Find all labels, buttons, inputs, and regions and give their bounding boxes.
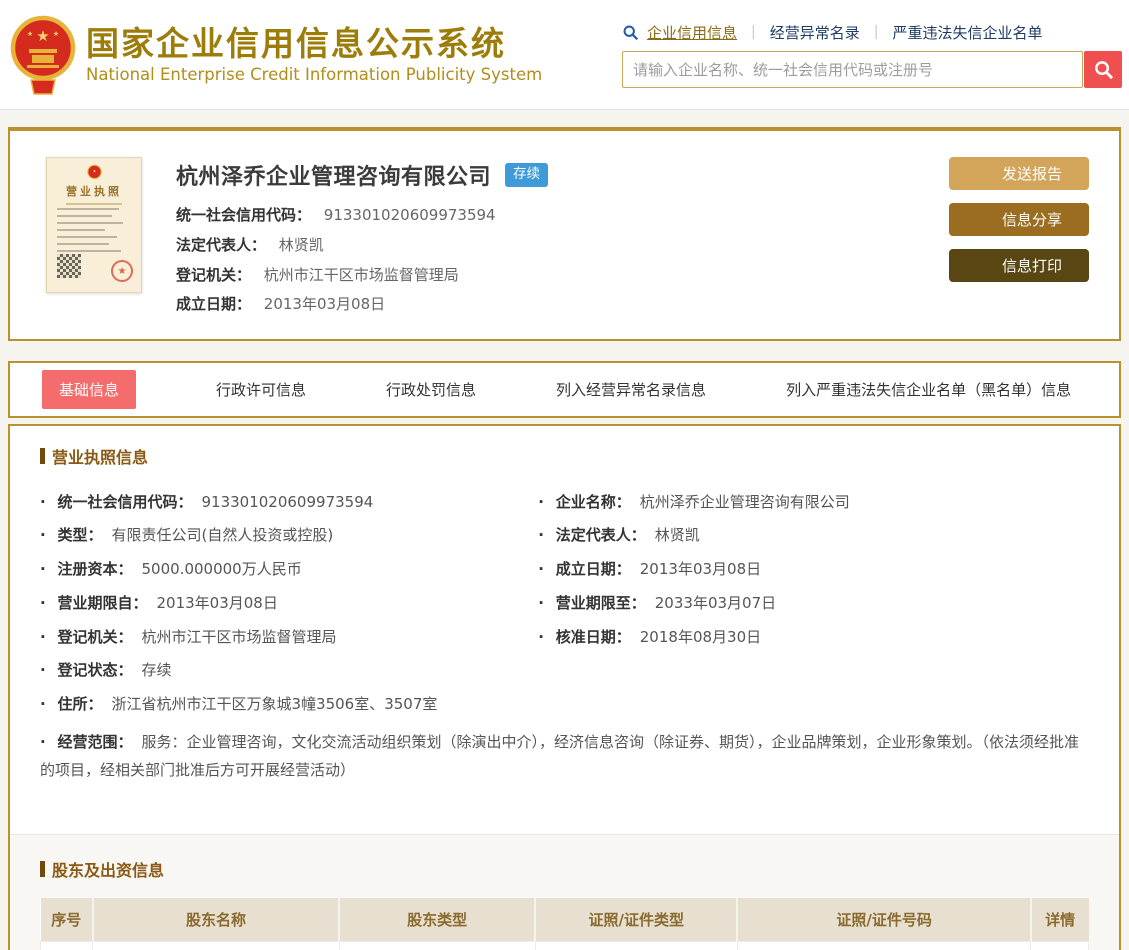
- license-thumb-title: 营业执照: [66, 185, 122, 198]
- company-field-credit-code: 统一社会信用代码： 913301020609973594: [176, 206, 496, 224]
- company-info: 杭州泽乔企业管理咨询有限公司 存续 统一社会信用代码： 913301020609…: [176, 157, 549, 315]
- col-header-document-number: 证照/证件号码: [736, 897, 1031, 942]
- tab-abnormal-operations[interactable]: 列入经营异常名录信息: [556, 370, 706, 409]
- license-emblem-icon: ★: [86, 164, 102, 180]
- field-legal-rep: 法定代表人：林贤凯: [538, 525, 1089, 545]
- search-bar: [622, 51, 1122, 88]
- company-field-legal-rep: 法定代表人： 林贤凯: [176, 235, 324, 254]
- license-thumb-rule: [66, 203, 122, 205]
- header-nav: 企业信用信息 | 经营异常名录 | 严重违法失信企业名单: [622, 21, 1122, 43]
- site-title-en: National Enterprise Credit Information P…: [86, 64, 543, 84]
- site-header: ★ ★ ★ 国家企业信用信息公示系统 National Enterprise C…: [0, 0, 1129, 110]
- status-badge: 存续: [505, 163, 549, 187]
- col-header-document-type: 证照/证件类型: [534, 897, 738, 942]
- col-header-index: 序号: [40, 897, 93, 942]
- send-report-button[interactable]: 发送报告: [949, 157, 1089, 190]
- section-title-bar: [40, 860, 45, 877]
- action-buttons: 发送报告 信息分享 信息打印: [949, 157, 1089, 315]
- nav-separator: |: [751, 24, 756, 40]
- business-license-thumbnail[interactable]: ★ 营业执照 ★: [46, 157, 142, 293]
- search-icon: [623, 25, 639, 40]
- search-button[interactable]: [1084, 51, 1122, 88]
- field-registration-authority: 登记机关：杭州市江干区市场监督管理局: [40, 627, 538, 647]
- info-tabs: 基础信息 行政许可信息 行政处罚信息 列入经营异常名录信息 列入严重违法失信企业…: [8, 360, 1121, 418]
- field-company-name: 企业名称：杭州泽乔企业管理咨询有限公司: [538, 492, 1089, 512]
- field-credit-code: 统一社会信用代码：913301020609973594: [40, 492, 538, 512]
- shareholders-section: 股东及出资信息 序号 股东名称 股东类型 证照/证件类型 证照/证件号码 详情 …: [10, 833, 1119, 950]
- license-fields-left: 统一社会信用代码：913301020609973594 类型：有限责任公司(自然…: [40, 492, 538, 728]
- national-emblem-icon: ★ ★ ★: [10, 15, 76, 95]
- table-row: 1 陈茜 自然人股东 非公示项 非公示项: [39, 941, 1089, 950]
- svg-text:★: ★: [53, 30, 59, 38]
- search-button-icon: [1094, 61, 1113, 80]
- field-term-to: 营业期限至：2033年03月07日: [538, 593, 1089, 613]
- field-registration-status: 登记状态：存续: [40, 660, 538, 680]
- header-search-area: 企业信用信息 | 经营异常名录 | 严重违法失信企业名单: [622, 21, 1125, 88]
- section-title-shareholders: 股东及出资信息: [40, 857, 1089, 881]
- license-fields-grid: 统一社会信用代码：913301020609973594 类型：有限责任公司(自然…: [40, 492, 1089, 785]
- tab-serious-violation-blacklist[interactable]: 列入严重违法失信企业名单（黑名单）信息: [786, 370, 1071, 409]
- col-header-detail: 详情: [1029, 897, 1089, 942]
- company-field-establish-date: 成立日期： 2013年03月08日: [176, 295, 386, 314]
- nav-link-enterprise-credit-info[interactable]: 企业信用信息: [647, 22, 737, 43]
- col-header-shareholder-type: 股东类型: [338, 897, 536, 942]
- company-field-registration-authority: 登记机关： 杭州市江干区市场监督管理局: [176, 265, 459, 284]
- section-title-bar: [40, 447, 45, 464]
- field-business-scope: 经营范围：服务：企业管理咨询，文化交流活动组织策划（除演出中介），经济信息咨询（…: [40, 728, 1089, 785]
- search-input[interactable]: [622, 51, 1083, 88]
- nav-separator: |: [873, 24, 879, 40]
- field-address: 住所：浙江省杭州市江干区万象城3幢3506室、3507室: [40, 694, 538, 714]
- svg-text:★: ★: [27, 30, 33, 38]
- license-red-stamp-icon: ★: [111, 260, 133, 282]
- license-qr-code: [57, 254, 81, 278]
- shareholders-table: 序号 股东名称 股东类型 证照/证件类型 证照/证件号码 详情 1 陈茜 自然人…: [39, 897, 1089, 950]
- tab-administrative-penalty[interactable]: 行政处罚信息: [386, 370, 476, 409]
- field-approval-date: 核准日期：2018年08月30日: [538, 627, 1089, 647]
- field-registered-capital: 注册资本：5000.000000万人民币: [40, 559, 538, 579]
- company-summary-card: ★ 营业执照 ★ 杭州泽乔企业管理咨询有限公司 存续 统一社会信用代码： 913…: [8, 127, 1121, 341]
- share-info-button[interactable]: 信息分享: [949, 203, 1089, 236]
- print-info-button[interactable]: 信息打印: [949, 249, 1089, 282]
- site-title-zh: 国家企业信用信息公示系统: [86, 24, 506, 64]
- svg-text:★: ★: [36, 27, 49, 45]
- license-thumb-textlines: [57, 208, 123, 257]
- section-title-business-license: 营业执照信息: [40, 444, 1089, 468]
- nav-link-abnormal-operations-list[interactable]: 经营异常名录: [770, 22, 860, 43]
- field-establish-date: 成立日期：2013年03月08日: [538, 559, 1089, 579]
- national-emblem-logo[interactable]: ★ ★ ★: [8, 14, 78, 96]
- tab-basic-info[interactable]: 基础信息: [42, 369, 137, 409]
- license-fields-right: 企业名称：杭州泽乔企业管理咨询有限公司 法定代表人：林贤凯 成立日期：2013年…: [538, 492, 1089, 728]
- field-company-type: 类型：有限责任公司(自然人投资或控股): [40, 525, 538, 545]
- company-name: 杭州泽乔企业管理咨询有限公司: [176, 165, 492, 190]
- tab-administrative-license[interactable]: 行政许可信息: [216, 370, 306, 409]
- field-term-from: 营业期限自：2013年03月08日: [40, 593, 538, 613]
- shareholders-header-row: 序号 股东名称 股东类型 证照/证件类型 证照/证件号码 详情: [40, 897, 1089, 942]
- svg-text:★: ★: [92, 168, 96, 173]
- col-header-shareholder-name: 股东名称: [91, 897, 340, 942]
- content-card: 营业执照信息 统一社会信用代码：913301020609973594 类型：有限…: [8, 423, 1121, 950]
- site-titles: 国家企业信用信息公示系统 National Enterprise Credit …: [86, 25, 542, 84]
- business-license-section: 营业执照信息 统一社会信用代码：913301020609973594 类型：有限…: [10, 426, 1119, 785]
- nav-link-serious-violation-list[interactable]: 严重违法失信企业名单: [892, 22, 1042, 43]
